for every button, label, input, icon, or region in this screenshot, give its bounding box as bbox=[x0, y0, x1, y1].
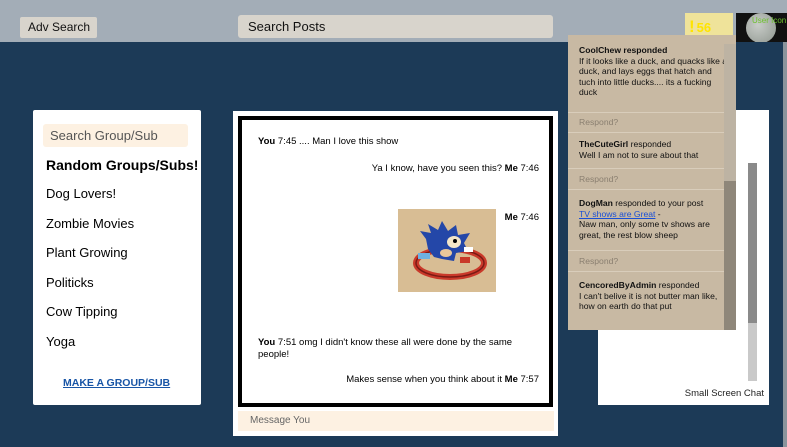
small-chat-scrollbar[interactable] bbox=[748, 163, 757, 381]
notification-text: If it looks like a duck, and quacks like… bbox=[579, 55, 728, 98]
message-sender: Me bbox=[504, 212, 518, 223]
notification-item[interactable]: CoolChew responded If it looks like a du… bbox=[579, 45, 729, 98]
message-text: Ya I know, have you seen this? bbox=[371, 163, 503, 174]
notification-action: responded to your post bbox=[615, 198, 704, 208]
notification-user: DogMan bbox=[579, 198, 613, 208]
sonic-image-icon bbox=[413, 221, 487, 280]
message-time: 7:46 bbox=[520, 212, 540, 223]
message-sender: Me bbox=[504, 374, 518, 385]
divider bbox=[568, 189, 726, 190]
message-sender: Me bbox=[504, 163, 518, 174]
message-text: Makes sense when you think about it bbox=[346, 374, 503, 385]
group-item-yoga[interactable]: Yoga bbox=[46, 334, 134, 364]
shared-image[interactable] bbox=[398, 209, 496, 292]
divider bbox=[568, 112, 726, 113]
message-time: 7:46 bbox=[520, 163, 540, 174]
chat-message: Makes sense when you think about it Me 7… bbox=[346, 374, 539, 385]
avatar-label: User Icon bbox=[752, 16, 787, 25]
group-item-plant-growing[interactable]: Plant Growing bbox=[46, 245, 134, 275]
notification-item[interactable]: TheCuteGirl responded Well I am not to s… bbox=[579, 139, 729, 160]
chat-message: Me 7:46 bbox=[505, 212, 539, 223]
groups-title: Random Groups/Subs! bbox=[46, 157, 199, 173]
notification-text: Well I am not to sure about that bbox=[579, 149, 699, 160]
respond-link[interactable]: Respond? bbox=[579, 117, 618, 128]
divider bbox=[568, 271, 726, 272]
notification-user: TheCuteGirl bbox=[579, 139, 629, 149]
group-item-dog-lovers[interactable]: Dog Lovers! bbox=[46, 186, 134, 216]
group-item-cow-tipping[interactable]: Cow Tipping bbox=[46, 304, 134, 334]
message-text: .... Man I love this show bbox=[299, 136, 399, 147]
notification-action: responded bbox=[658, 280, 700, 290]
page-scrollbar[interactable] bbox=[783, 42, 787, 447]
notification-text: I can't belive it is not butter man like… bbox=[579, 290, 718, 312]
notification-action: responded bbox=[623, 45, 668, 55]
respond-link[interactable]: Respond? bbox=[579, 174, 618, 185]
small-chat-label: Small Screen Chat bbox=[684, 388, 764, 399]
divider bbox=[568, 132, 726, 133]
groups-panel: Search Group/Sub Random Groups/Subs! Dog… bbox=[33, 110, 201, 405]
notification-item[interactable]: CencoredByAdmin responded I can't belive… bbox=[579, 280, 729, 312]
notification-text: Naw man, only some tv shows are great, t… bbox=[579, 219, 710, 240]
message-time: 7:57 bbox=[520, 374, 540, 385]
notification-count: 56 bbox=[696, 20, 712, 35]
group-item-zombie-movies[interactable]: Zombie Movies bbox=[46, 216, 134, 246]
notification-user: CencoredByAdmin bbox=[579, 280, 657, 290]
respond-link[interactable]: Respond? bbox=[579, 256, 618, 267]
chat-message: You 7:45 .... Man I love this show bbox=[258, 136, 398, 147]
group-list: Dog Lovers! Zombie Movies Plant Growing … bbox=[46, 186, 134, 364]
chat-message: You 7:51 omg I didn't know these all wer… bbox=[258, 337, 543, 360]
post-link[interactable]: TV shows are Great bbox=[579, 209, 655, 219]
notification-item[interactable]: DogMan responded to your post TV shows a… bbox=[579, 198, 729, 240]
adv-search-button[interactable]: Adv Search bbox=[20, 17, 97, 38]
message-time: 7:45 bbox=[277, 136, 297, 147]
chat-panel: You 7:45 .... Man I love this show Ya I … bbox=[233, 111, 558, 436]
exclamation-icon: ! bbox=[689, 17, 695, 36]
notification-scroll-thumb[interactable] bbox=[724, 44, 736, 181]
group-search-input[interactable]: Search Group/Sub bbox=[43, 124, 188, 147]
message-time: 7:51 bbox=[277, 337, 297, 348]
group-item-politicks[interactable]: Politicks bbox=[46, 275, 134, 305]
user-avatar[interactable]: User Icon bbox=[736, 13, 787, 42]
notification-action: responded bbox=[630, 139, 672, 149]
divider bbox=[568, 168, 726, 169]
message-input[interactable]: Message You bbox=[238, 411, 554, 431]
chat-message: Ya I know, have you seen this? Me 7:46 bbox=[372, 163, 539, 174]
notification-dropdown: CoolChew responded If it looks like a du… bbox=[568, 35, 736, 330]
message-text: omg I didn't know these all were done by… bbox=[258, 337, 513, 360]
notification-user: CoolChew bbox=[579, 45, 622, 55]
make-group-link[interactable]: MAKE A GROUP/SUB bbox=[63, 377, 170, 389]
small-chat-scroll-thumb[interactable] bbox=[748, 163, 757, 323]
divider bbox=[568, 250, 726, 251]
search-posts-input[interactable]: Search Posts bbox=[238, 15, 553, 38]
chat-window: You 7:45 .... Man I love this show Ya I … bbox=[238, 116, 553, 407]
notification-scrollbar[interactable] bbox=[724, 44, 736, 330]
message-sender: You bbox=[258, 136, 276, 147]
message-sender: You bbox=[258, 337, 276, 348]
